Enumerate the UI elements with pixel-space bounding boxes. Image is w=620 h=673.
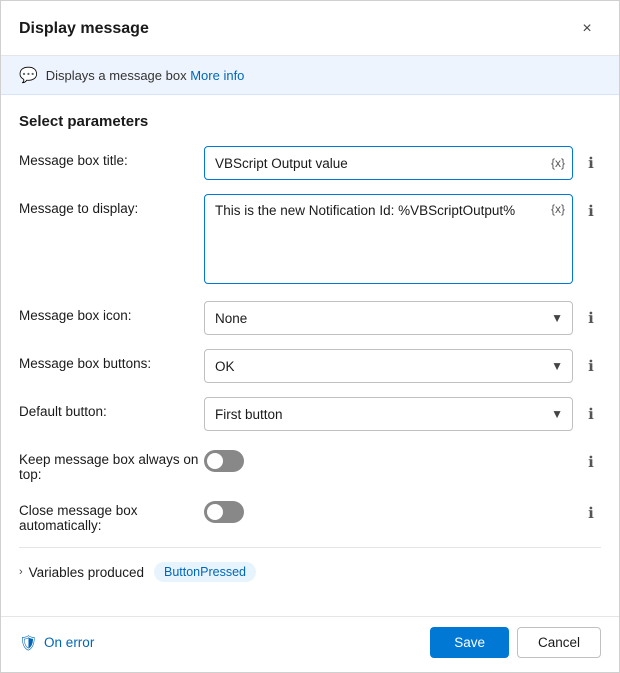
info-banner: 💬 Displays a message box More info [1,56,619,95]
keep-on-top-row: Keep message box always on top: ℹ [19,445,601,482]
message-box-title-row: Message box title: {x} ℹ [19,146,601,180]
more-info-link[interactable]: More info [190,68,244,83]
main-content: Select parameters Message box title: {x}… [1,95,619,616]
chevron-right-icon: › [19,566,23,578]
variables-section: › Variables produced ButtonPressed [19,547,601,594]
default-button-row: Default button: First button Second butt… [19,397,601,431]
cancel-button[interactable]: Cancel [517,627,601,658]
section-title: Select parameters [19,113,601,130]
message-box-icon: 💬 [19,66,38,84]
message-box-title-control: {x} ℹ [204,146,601,180]
message-box-title-input[interactable] [204,146,573,180]
info-icon-keep-on-top[interactable]: ℹ [581,452,601,472]
close-auto-toggle-wrap [204,501,244,523]
keep-on-top-label: Keep message box always on top: [19,445,204,482]
message-to-display-row: Message to display: {x} ℹ [19,194,601,287]
close-button[interactable]: × [573,15,601,43]
footer: 🛡 On error Save Cancel [1,616,619,672]
default-button-select[interactable]: First button Second button Third button [204,397,573,431]
info-icon-title[interactable]: ℹ [581,153,601,173]
variable-badge[interactable]: ButtonPressed [154,562,256,582]
keep-on-top-control: ℹ [204,445,601,472]
save-button[interactable]: Save [430,627,509,658]
info-icon-message[interactable]: ℹ [581,201,601,221]
toggle-slider-keep-on-top [204,450,244,472]
message-box-icon-select[interactable]: None Information Warning Error Question [204,301,573,335]
message-box-icon-row: Message box icon: None Information Warni… [19,301,601,335]
banner-description: Displays a message box [46,68,187,83]
close-auto-label: Close message box automatically: [19,496,204,533]
keep-on-top-toggle-wrap [204,450,244,472]
message-box-buttons-row: Message box buttons: OK OK - Cancel Yes … [19,349,601,383]
default-button-select-wrap: First button Second button Third button … [204,397,573,431]
close-auto-row: Close message box automatically: ℹ [19,496,601,533]
on-error-button[interactable]: 🛡 On error [19,634,94,652]
info-icon-close-auto[interactable]: ℹ [581,503,601,523]
default-button-label: Default button: [19,397,204,419]
toggle-slider-close-auto [204,501,244,523]
banner-text: Displays a message box More info [46,68,245,83]
message-box-buttons-label: Message box buttons: [19,349,204,371]
title-bar: Display message × [1,1,619,56]
message-to-display-wrap: {x} [204,194,573,287]
info-icon-buttons[interactable]: ℹ [581,356,601,376]
message-to-display-input[interactable] [204,194,573,284]
message-box-buttons-select[interactable]: OK OK - Cancel Yes - No Yes - No - Cance… [204,349,573,383]
info-icon-default-button[interactable]: ℹ [581,404,601,424]
message-to-display-label: Message to display: [19,194,204,216]
close-auto-toggle[interactable] [204,501,244,523]
info-icon-box-icon[interactable]: ℹ [581,308,601,328]
footer-actions: Save Cancel [430,627,601,658]
message-box-title-input-wrap: {x} [204,146,573,180]
variables-section-label: Variables produced [29,565,144,580]
message-box-icon-select-wrap: None Information Warning Error Question … [204,301,573,335]
message-box-buttons-control: OK OK - Cancel Yes - No Yes - No - Cance… [204,349,601,383]
on-error-label: On error [44,635,94,650]
keep-on-top-toggle[interactable] [204,450,244,472]
message-box-icon-control: None Information Warning Error Question … [204,301,601,335]
shield-icon: 🛡 [19,634,38,652]
default-button-control: First button Second button Third button … [204,397,601,431]
variables-toggle[interactable]: › Variables produced [19,565,144,580]
message-box-buttons-select-wrap: OK OK - Cancel Yes - No Yes - No - Cance… [204,349,573,383]
message-box-title-label: Message box title: [19,146,204,168]
message-box-icon-label: Message box icon: [19,301,204,323]
message-to-display-control: {x} ℹ [204,194,601,287]
close-auto-control: ℹ [204,496,601,523]
dialog-title: Display message [19,20,149,38]
